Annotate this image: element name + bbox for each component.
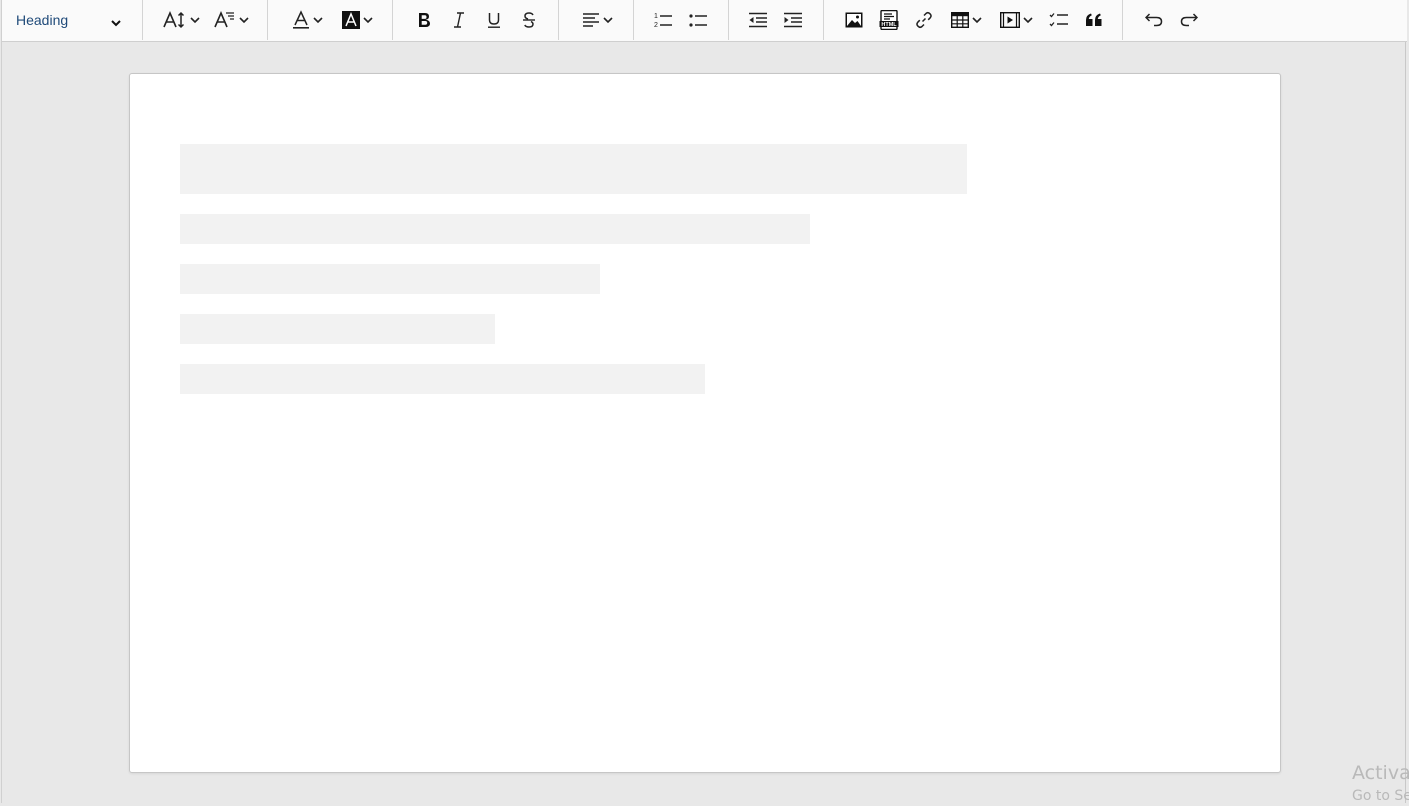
background-color-button[interactable] — [336, 6, 378, 34]
block-quote-button[interactable] — [1080, 6, 1108, 34]
outdent-button[interactable] — [744, 6, 772, 34]
image-icon — [845, 12, 863, 28]
chevron-down-icon — [602, 16, 613, 24]
html-embed-button[interactable]: HTML — [875, 6, 903, 34]
editor-toolbar: Heading 1 2 HTML — [2, 0, 1407, 42]
chevron-down-icon — [110, 15, 122, 33]
watermark-subtitle: Go to Se — [1352, 788, 1409, 804]
insert-media-button[interactable] — [995, 6, 1037, 34]
quote-icon — [1085, 12, 1103, 28]
toolbar-separator — [267, 0, 268, 40]
chevron-down-icon — [189, 16, 200, 24]
bulleted-list-button[interactable] — [684, 6, 712, 34]
numbered-list-icon: 1 2 — [653, 11, 673, 29]
undo-icon — [1145, 13, 1163, 27]
watermark-title: Activat — [1352, 762, 1409, 784]
heading-dropdown[interactable]: Heading — [16, 8, 126, 32]
indent-icon — [783, 12, 803, 28]
numbered-list-button[interactable]: 1 2 — [649, 6, 677, 34]
skeleton-line — [180, 364, 705, 394]
link-button[interactable] — [910, 6, 938, 34]
font-family-icon — [213, 10, 236, 30]
skeleton-line — [180, 144, 967, 194]
toolbar-separator — [392, 0, 393, 40]
redo-button[interactable] — [1175, 6, 1203, 34]
todo-list-button[interactable] — [1045, 6, 1073, 34]
font-family-button[interactable] — [210, 6, 252, 34]
editor-page[interactable] — [129, 73, 1281, 773]
chevron-down-icon — [362, 16, 373, 24]
underline-button[interactable] — [480, 6, 508, 34]
strikethrough-button[interactable] — [515, 6, 543, 34]
svg-text:1: 1 — [654, 13, 658, 20]
insert-image-button[interactable] — [840, 6, 868, 34]
font-size-button[interactable] — [160, 6, 202, 34]
toolbar-separator — [823, 0, 824, 40]
activation-watermark: Activat Go to Se — [1352, 760, 1409, 806]
table-icon — [950, 12, 969, 28]
chevron-down-icon — [312, 16, 323, 24]
bold-icon — [416, 11, 432, 29]
bulleted-list-icon — [688, 11, 708, 29]
skeleton-line — [180, 264, 600, 294]
strikethrough-icon — [521, 11, 537, 29]
underline-icon — [486, 11, 502, 29]
font-color-icon — [292, 10, 310, 30]
chevron-down-icon — [1022, 16, 1033, 24]
heading-dropdown-value: Heading — [16, 12, 69, 28]
toolbar-separator — [1122, 0, 1123, 40]
toolbar-separator — [633, 0, 634, 40]
undo-button[interactable] — [1140, 6, 1168, 34]
redo-icon — [1180, 13, 1198, 27]
skeleton-line — [180, 214, 810, 244]
italic-icon — [452, 11, 466, 29]
indent-button[interactable] — [779, 6, 807, 34]
todo-list-icon — [1049, 11, 1069, 29]
svg-text:2: 2 — [654, 22, 658, 29]
toolbar-separator — [558, 0, 559, 40]
toolbar-separator — [728, 0, 729, 40]
align-left-icon — [582, 12, 600, 28]
skeleton-line — [180, 314, 495, 344]
toolbar-separator — [142, 0, 143, 40]
font-size-icon — [162, 10, 187, 30]
html-embed-icon: HTML — [879, 10, 899, 30]
italic-button[interactable] — [445, 6, 473, 34]
font-color-button[interactable] — [286, 6, 328, 34]
alignment-dropdown[interactable] — [577, 6, 617, 34]
bold-button[interactable] — [410, 6, 438, 34]
chevron-down-icon — [238, 16, 249, 24]
insert-table-button[interactable] — [945, 6, 987, 34]
background-color-icon — [341, 11, 360, 29]
chevron-down-icon — [971, 16, 982, 24]
link-icon — [915, 11, 933, 29]
html-embed-label: HTML — [881, 22, 897, 28]
media-icon — [999, 12, 1020, 28]
outdent-icon — [748, 12, 768, 28]
